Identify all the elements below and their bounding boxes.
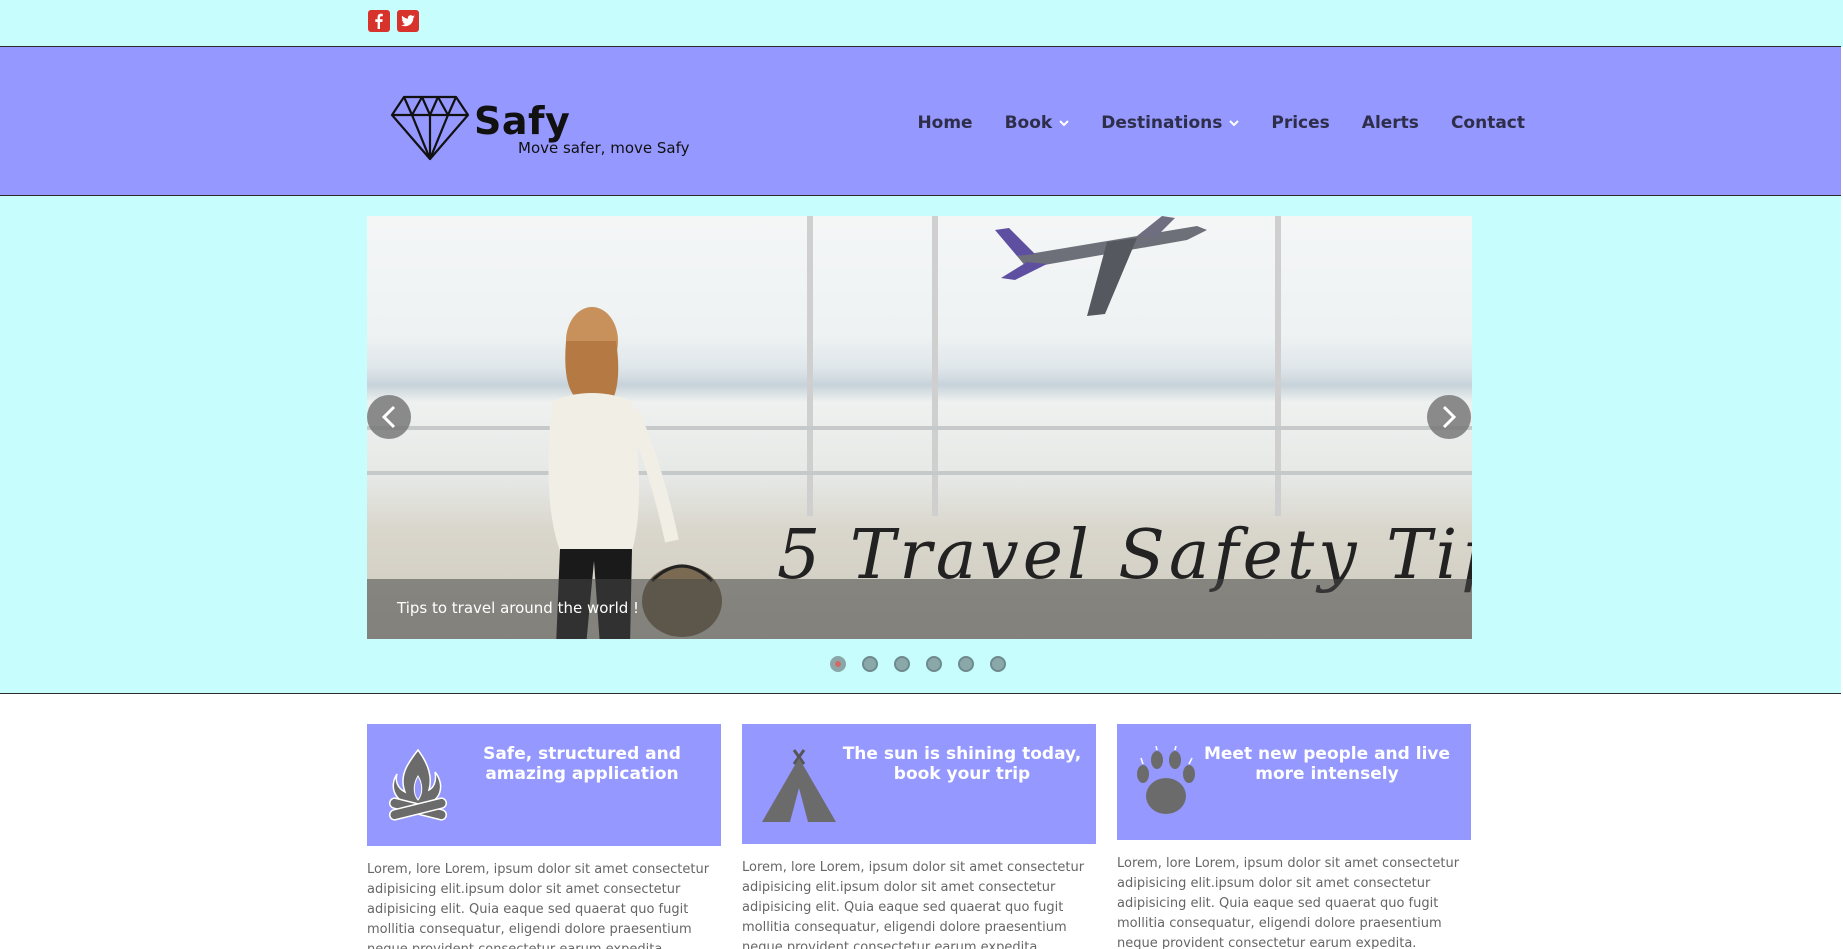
main-nav: Home Book Destinations Prices Alerts Con… (885, 113, 1525, 133)
facebook-link[interactable] (368, 10, 390, 32)
chevron-left-icon (381, 405, 396, 429)
slider-pagination (830, 656, 1022, 672)
slider-dot[interactable] (958, 656, 974, 672)
feature-panel: Safe, structured and amazing application (367, 724, 721, 846)
feature-card: Meet new people and live more intensely … (1117, 724, 1471, 949)
feature-card: Safe, structured and amazing application… (367, 724, 721, 949)
slider-dot[interactable] (990, 656, 1006, 672)
nav-label: Book (1004, 113, 1053, 133)
slider-next-button[interactable] (1427, 395, 1471, 439)
slider-dot[interactable] (830, 656, 846, 672)
slider-dot[interactable] (926, 656, 942, 672)
nav-contact[interactable]: Contact (1451, 113, 1525, 133)
nav-book[interactable]: Book (1005, 113, 1070, 133)
nav-destinations[interactable]: Destinations (1101, 113, 1240, 133)
nav-prices[interactable]: Prices (1271, 113, 1329, 133)
feature-title: Meet new people and live more intensely (1203, 744, 1451, 784)
hero-section: 5 Travel Safety Tips Tips to travel arou… (0, 196, 1841, 694)
twitter-link[interactable] (397, 10, 419, 32)
feature-title: The sun is shining today, book your trip (842, 744, 1082, 784)
slide-caption-text: Tips to travel around the world ! (397, 599, 640, 617)
chevron-down-icon (1229, 120, 1240, 127)
slider-dot[interactable] (894, 656, 910, 672)
feature-body: Lorem, lore Lorem, ipsum dolor sit amet … (1117, 856, 1460, 949)
chevron-right-icon (1442, 405, 1457, 429)
slider-prev-button[interactable] (367, 395, 411, 439)
feature-card: The sun is shining today, book your trip… (742, 724, 1096, 949)
tent-icon (762, 749, 836, 822)
slider-dot[interactable] (862, 656, 878, 672)
nav-home[interactable]: Home (917, 113, 972, 133)
campfire-icon (388, 748, 448, 821)
facebook-icon (375, 13, 383, 29)
twitter-icon (401, 15, 415, 27)
nav-label: Contact (1450, 113, 1525, 133)
site-header: Safy Move safer, move Safy Home Book Des… (0, 46, 1841, 196)
slider-image: 5 Travel Safety Tips Tips to travel arou… (367, 216, 1472, 639)
brand-tagline: Move safer, move Safy (518, 139, 690, 157)
feature-body: Lorem, lore Lorem, ipsum dolor sit amet … (367, 862, 710, 949)
feature-title: Safe, structured and amazing application (483, 744, 681, 784)
nav-alerts[interactable]: Alerts (1362, 113, 1419, 133)
top-bar (0, 0, 1843, 47)
feature-body: Lorem, lore Lorem, ipsum dolor sit amet … (742, 860, 1085, 949)
feature-panel: The sun is shining today, book your trip (742, 724, 1096, 844)
diamond-icon (390, 95, 470, 161)
nav-label: Destinations (1101, 113, 1223, 133)
nav-label: Alerts (1361, 113, 1419, 133)
slide-caption: Tips to travel around the world ! (367, 579, 1472, 639)
paw-icon (1137, 746, 1195, 814)
nav-label: Home (917, 113, 973, 133)
feature-panel: Meet new people and live more intensely (1117, 724, 1471, 840)
nav-label: Prices (1271, 113, 1330, 133)
chevron-down-icon (1059, 120, 1069, 127)
airplane-icon (995, 216, 1207, 316)
brand-name: Safy (474, 99, 571, 143)
